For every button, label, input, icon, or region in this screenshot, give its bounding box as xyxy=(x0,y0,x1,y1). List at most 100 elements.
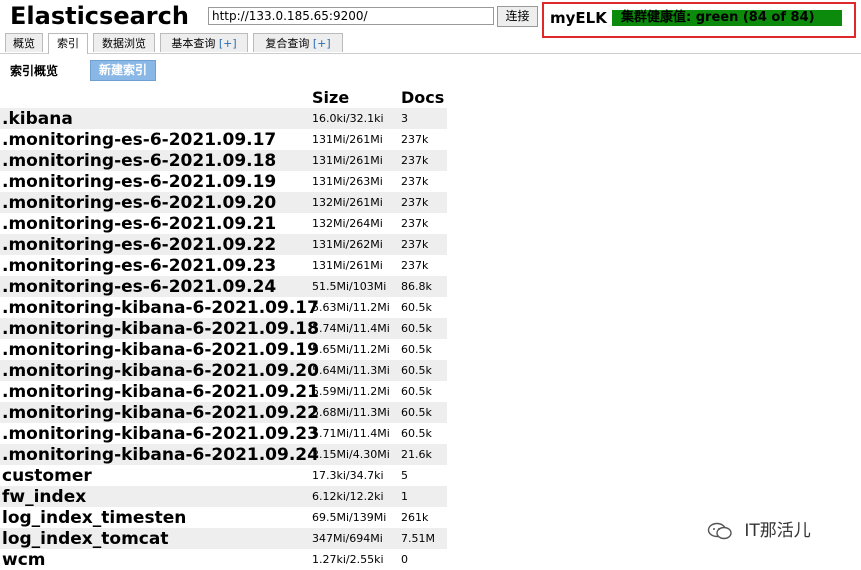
cluster-url-input[interactable] xyxy=(208,7,494,25)
index-name[interactable]: .monitoring-kibana-6-2021.09.20 xyxy=(2,361,319,381)
index-name[interactable]: log_index_timesten xyxy=(2,508,186,528)
table-row: .monitoring-es-6-2021.09.20 132Mi/261Mi 23… xyxy=(0,192,447,213)
index-toolbar: 索引概览 新建索引 xyxy=(0,56,861,86)
index-size: 17.3ki/34.7ki xyxy=(312,469,384,482)
index-docs: 237k xyxy=(401,133,429,146)
table-row: .monitoring-es-6-2021.09.22 131Mi/262Mi 23… xyxy=(0,234,447,255)
table-row: .monitoring-kibana-6-2021.09.20 5.64Mi/11… xyxy=(0,360,447,381)
index-size: 132Mi/264Mi xyxy=(312,217,383,230)
index-name[interactable]: .monitoring-es-6-2021.09.21 xyxy=(2,214,276,234)
index-size: 5.59Mi/11.2Mi xyxy=(312,385,390,398)
app-title: Elasticsearch xyxy=(10,2,189,30)
wechat-icon xyxy=(707,522,732,540)
index-docs: 237k xyxy=(401,154,429,167)
table-row: .monitoring-kibana-6-2021.09.23 5.71Mi/11… xyxy=(0,423,447,444)
index-docs: 60.5k xyxy=(401,322,432,335)
index-name[interactable]: log_index_tomcat xyxy=(2,529,168,549)
index-name[interactable]: .monitoring-kibana-6-2021.09.18 xyxy=(2,319,319,339)
index-docs: 237k xyxy=(401,238,429,251)
index-size: 5.68Mi/11.3Mi xyxy=(312,406,390,419)
table-row: .monitoring-es-6-2021.09.23 131Mi/261Mi 23… xyxy=(0,255,447,276)
docs-column-header[interactable]: Docs xyxy=(401,88,444,107)
index-size: 1.27ki/2.55ki xyxy=(312,553,384,566)
index-docs: 237k xyxy=(401,217,429,230)
tab-browser[interactable]: 数据浏览 xyxy=(93,33,155,52)
index-docs: 261k xyxy=(401,511,429,524)
tab-add-button[interactable]: [+] xyxy=(219,37,237,50)
index-name[interactable]: .monitoring-es-6-2021.09.18 xyxy=(2,151,276,171)
index-name[interactable]: .monitoring-es-6-2021.09.24 xyxy=(2,277,276,297)
tab-label: 索引 xyxy=(57,37,79,50)
watermark: IT那活儿 xyxy=(707,516,811,541)
index-name[interactable]: .monitoring-kibana-6-2021.09.21 xyxy=(2,382,319,402)
index-name[interactable]: .monitoring-kibana-6-2021.09.19 xyxy=(2,340,319,360)
index-size: 5.63Mi/11.2Mi xyxy=(312,301,390,314)
index-docs: 60.5k xyxy=(401,343,432,356)
index-table: .kibana 16.0ki/32.1ki 3 .monitoring-es-6-20… xyxy=(0,108,447,570)
table-row: .monitoring-es-6-2021.09.19 131Mi/263Mi 23… xyxy=(0,171,447,192)
index-name[interactable]: .kibana xyxy=(2,109,73,129)
index-name[interactable]: .monitoring-kibana-6-2021.09.23 xyxy=(2,424,319,444)
index-size: 5.65Mi/11.2Mi xyxy=(312,343,390,356)
index-name[interactable]: customer xyxy=(2,466,92,486)
table-row: .monitoring-kibana-6-2021.09.17 5.63Mi/11… xyxy=(0,297,447,318)
index-docs: 0 xyxy=(401,553,408,566)
index-docs: 60.5k xyxy=(401,301,432,314)
table-row: .monitoring-kibana-6-2021.09.24 2.15Mi/4.… xyxy=(0,444,447,465)
index-name[interactable]: .monitoring-es-6-2021.09.20 xyxy=(2,193,276,213)
index-name[interactable]: .monitoring-es-6-2021.09.19 xyxy=(2,172,276,192)
index-size: 131Mi/263Mi xyxy=(312,175,383,188)
cluster-name: myELK xyxy=(550,9,607,27)
index-docs: 60.5k xyxy=(401,385,432,398)
top-bar: Elasticsearch 连接 myELK 集群健康值: green (84 … xyxy=(0,0,861,38)
index-docs: 3 xyxy=(401,112,408,125)
index-size: 5.71Mi/11.4Mi xyxy=(312,427,390,440)
table-row: .monitoring-es-6-2021.09.18 131Mi/261Mi 23… xyxy=(0,150,447,171)
table-row: .monitoring-kibana-6-2021.09.19 5.65Mi/11… xyxy=(0,339,447,360)
table-row: customer 17.3ki/34.7ki 5 xyxy=(0,465,447,486)
index-overview-label: 索引概览 xyxy=(10,64,59,78)
index-name[interactable]: fw_index xyxy=(2,487,86,507)
table-row: .monitoring-es-6-2021.09.24 51.5Mi/103Mi 8… xyxy=(0,276,447,297)
tab-label: 数据浏览 xyxy=(102,37,146,50)
index-size: 131Mi/262Mi xyxy=(312,238,383,251)
connect-button[interactable]: 连接 xyxy=(497,6,538,27)
tab-compound-query[interactable]: 复合查询 [+] xyxy=(253,33,343,52)
index-docs: 237k xyxy=(401,259,429,272)
table-row: .monitoring-kibana-6-2021.09.22 5.68Mi/11… xyxy=(0,402,447,423)
new-index-button[interactable]: 新建索引 xyxy=(90,60,156,81)
tab-overview[interactable]: 概览 xyxy=(5,33,43,52)
index-size: 51.5Mi/103Mi xyxy=(312,280,387,293)
index-docs: 237k xyxy=(401,175,429,188)
table-row: log_index_timesten 69.5Mi/139Mi 261k xyxy=(0,507,447,528)
index-name[interactable]: .monitoring-es-6-2021.09.23 xyxy=(2,256,276,276)
index-name[interactable]: .monitoring-es-6-2021.09.22 xyxy=(2,235,276,255)
table-row: .monitoring-kibana-6-2021.09.21 5.59Mi/11… xyxy=(0,381,447,402)
index-name[interactable]: .monitoring-kibana-6-2021.09.17 xyxy=(2,298,319,318)
index-name[interactable]: .monitoring-es-6-2021.09.17 xyxy=(2,130,276,150)
tab-indices[interactable]: 索引 xyxy=(48,33,88,54)
index-docs: 1 xyxy=(401,490,408,503)
table-row: .monitoring-es-6-2021.09.21 132Mi/264Mi 23… xyxy=(0,213,447,234)
tab-label: 概览 xyxy=(13,37,35,50)
index-size: 16.0ki/32.1ki xyxy=(312,112,384,125)
main-tabs: 概览 索引 数据浏览 基本查询 [+] 复合查询 [+] xyxy=(0,33,861,54)
index-docs: 237k xyxy=(401,196,429,209)
index-name[interactable]: wcm xyxy=(2,550,46,570)
tab-basic-query[interactable]: 基本查询 [+] xyxy=(160,33,248,52)
index-size: 131Mi/261Mi xyxy=(312,154,383,167)
tab-label: 复合查询 xyxy=(265,37,310,50)
tab-add-button[interactable]: [+] xyxy=(313,37,331,50)
index-size: 2.15Mi/4.30Mi xyxy=(312,448,390,461)
index-docs: 60.5k xyxy=(401,364,432,377)
size-column-header[interactable]: Size xyxy=(312,88,349,107)
index-size: 347Mi/694Mi xyxy=(312,532,383,545)
index-size: 132Mi/261Mi xyxy=(312,196,383,209)
index-name[interactable]: .monitoring-kibana-6-2021.09.22 xyxy=(2,403,319,423)
table-row: .monitoring-es-6-2021.09.17 131Mi/261Mi 23… xyxy=(0,129,447,150)
index-name[interactable]: .monitoring-kibana-6-2021.09.24 xyxy=(2,445,319,465)
index-size: 69.5Mi/139Mi xyxy=(312,511,387,524)
index-docs: 60.5k xyxy=(401,427,432,440)
index-docs: 21.6k xyxy=(401,448,432,461)
index-docs: 7.51M xyxy=(401,532,435,545)
